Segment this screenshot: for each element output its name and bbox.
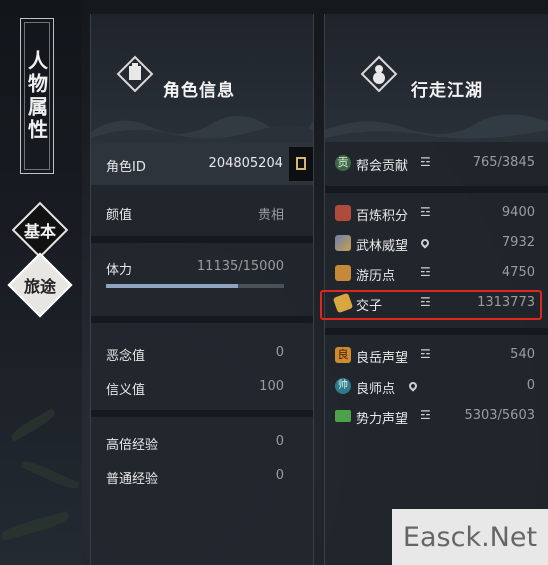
- liangyue-reputation-value: 540: [510, 347, 535, 362]
- character-panel-title: 角色信息: [163, 81, 235, 101]
- location-pin-icon: [419, 237, 431, 249]
- travel-panel-title: 行走江湖: [411, 81, 483, 101]
- sparkle-icon: ☲: [420, 265, 431, 279]
- righteous-row: 信义值 100: [106, 379, 284, 398]
- mentor-icon: 帅: [335, 378, 351, 394]
- watermark: Easck.Net: [392, 509, 548, 565]
- sparkle-icon: ☲: [420, 155, 431, 169]
- travel-points-value: 4750: [501, 265, 535, 280]
- liangyue-icon: 良: [335, 347, 351, 363]
- high-exp-row: 高倍经验 0: [106, 434, 284, 453]
- sparkle-icon: ☲: [420, 347, 431, 361]
- tab-basic[interactable]: 基本: [11, 201, 69, 259]
- normal-exp-label: 普通经验: [106, 472, 159, 487]
- stamina-value: 11135/15000: [196, 259, 284, 274]
- righteous-value: 100: [259, 379, 284, 394]
- liangyue-reputation-row: 良 良岳声望 ☲ 540: [335, 347, 535, 366]
- appearance-row: 颜值 贵相: [106, 204, 284, 223]
- evil-label: 恶念值: [106, 349, 146, 364]
- normal-exp-value: 0: [275, 468, 284, 483]
- tab-travel-label: 旅途: [23, 276, 57, 296]
- sidebar: 人物属性 基本 旅途: [0, 0, 82, 565]
- faction-reputation-row: 势力声望 ☲ 5303/5603: [335, 408, 535, 427]
- bamboo-leaf-decoration: [8, 408, 58, 442]
- scroll-icon: [335, 265, 351, 281]
- sparkle-icon: ☲: [420, 205, 431, 219]
- tab-basic-label: 基本: [23, 221, 57, 241]
- forge-icon: [335, 205, 351, 221]
- forge-points-label: 百炼积分: [356, 209, 409, 224]
- gourd-icon: [360, 55, 398, 93]
- sword-icon: [335, 235, 351, 251]
- location-pin-icon: [407, 380, 419, 392]
- divider: [91, 316, 313, 323]
- stamina-row: 体力 11135/15000: [106, 259, 284, 278]
- faction-icon: [335, 410, 351, 422]
- evil-row: 恶念值 0: [106, 345, 284, 364]
- guild-contribution-value: 765/3845: [472, 155, 535, 170]
- forge-points-value: 9400: [501, 205, 535, 220]
- martial-prestige-row: 武林威望 7932: [335, 235, 535, 254]
- bamboo-leaf-decoration: [20, 457, 80, 493]
- travel-panel-header: 行走江湖: [325, 14, 548, 142]
- sparkle-icon: ☲: [420, 408, 431, 422]
- mentor-points-value: 0: [526, 378, 535, 393]
- cloud-wave-decoration: [325, 114, 548, 142]
- character-panel-header: 角色信息: [91, 14, 313, 142]
- forge-points-row: 百炼积分 ☲ 9400: [335, 205, 535, 224]
- faction-reputation-label: 势力声望: [356, 412, 409, 427]
- divider: [91, 236, 313, 243]
- appearance-value: 贵相: [257, 208, 284, 223]
- stamina-bar-fill: [106, 284, 239, 288]
- bamboo-leaf-decoration: [0, 511, 71, 541]
- tab-travel[interactable]: 旅途: [7, 252, 73, 318]
- guild-contribution-label: 帮会贡献: [356, 159, 409, 174]
- mentor-points-label: 良师点: [356, 382, 396, 397]
- guild-contribution-row: 贡 帮会贡献 ☲ 765/3845: [335, 155, 535, 174]
- cloud-wave-decoration: [91, 115, 313, 142]
- role-id-value: 204805204: [208, 156, 283, 171]
- high-exp-label: 高倍经验: [106, 438, 159, 453]
- high-exp-value: 0: [275, 434, 284, 449]
- travel-points-label: 游历点: [356, 269, 396, 284]
- martial-prestige-label: 武林威望: [356, 239, 409, 254]
- divider: [91, 410, 313, 417]
- stamina-label: 体力: [106, 263, 133, 278]
- stamina-bar: [106, 284, 284, 288]
- evil-value: 0: [275, 345, 284, 360]
- character-info-icon: [116, 55, 154, 93]
- character-info-panel: 角色信息 角色ID 204805204 颜值 贵相 体力 11135/15000…: [90, 14, 314, 565]
- sidebar-title-frame: 人物属性: [20, 18, 54, 174]
- travel-points-row: 游历点 ☲ 4750: [335, 265, 535, 284]
- normal-exp-row: 普通经验 0: [106, 468, 284, 487]
- righteous-label: 信义值: [106, 383, 146, 398]
- mentor-points-row: 帅 良师点 0: [335, 378, 535, 397]
- role-id-label: 角色ID: [106, 160, 146, 175]
- jiaozi-highlight-box: [320, 290, 542, 320]
- copy-button[interactable]: [289, 147, 313, 181]
- faction-reputation-value: 5303/5603: [464, 408, 535, 423]
- divider: [325, 328, 548, 335]
- liangyue-reputation-label: 良岳声望: [356, 351, 409, 366]
- guild-icon: 贡: [335, 155, 351, 171]
- martial-prestige-value: 7932: [501, 235, 535, 250]
- sidebar-title: 人物属性: [24, 50, 49, 142]
- appearance-label: 颜值: [106, 208, 133, 223]
- divider: [325, 186, 548, 193]
- copy-icon: [296, 157, 306, 170]
- role-id-row: 角色ID 204805204: [91, 142, 313, 185]
